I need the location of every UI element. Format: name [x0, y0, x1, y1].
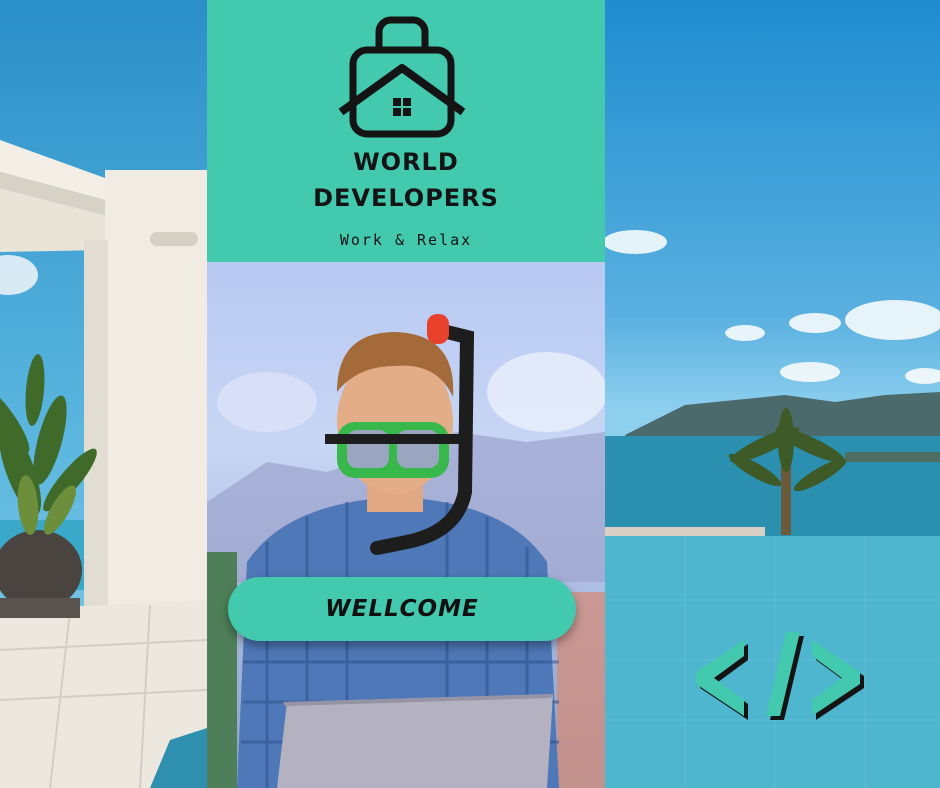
promo-collage: WORLD DEVELOPERS Work & Relax WELLCOME [0, 0, 940, 788]
terrace-photo [0, 0, 207, 788]
developer-photo [207, 262, 605, 788]
brand-title-line1: WORLD [353, 148, 459, 176]
code-brackets-icon [696, 632, 864, 720]
house-in-suitcase-icon [338, 16, 466, 138]
brand-tagline: Work & Relax [339, 231, 473, 249]
welcome-button[interactable]: WELLCOME [228, 577, 576, 641]
brand-title-line2: DEVELOPERS [313, 184, 499, 212]
snorkel-developer-illustration [207, 314, 605, 788]
terrace-illustration [0, 140, 207, 788]
